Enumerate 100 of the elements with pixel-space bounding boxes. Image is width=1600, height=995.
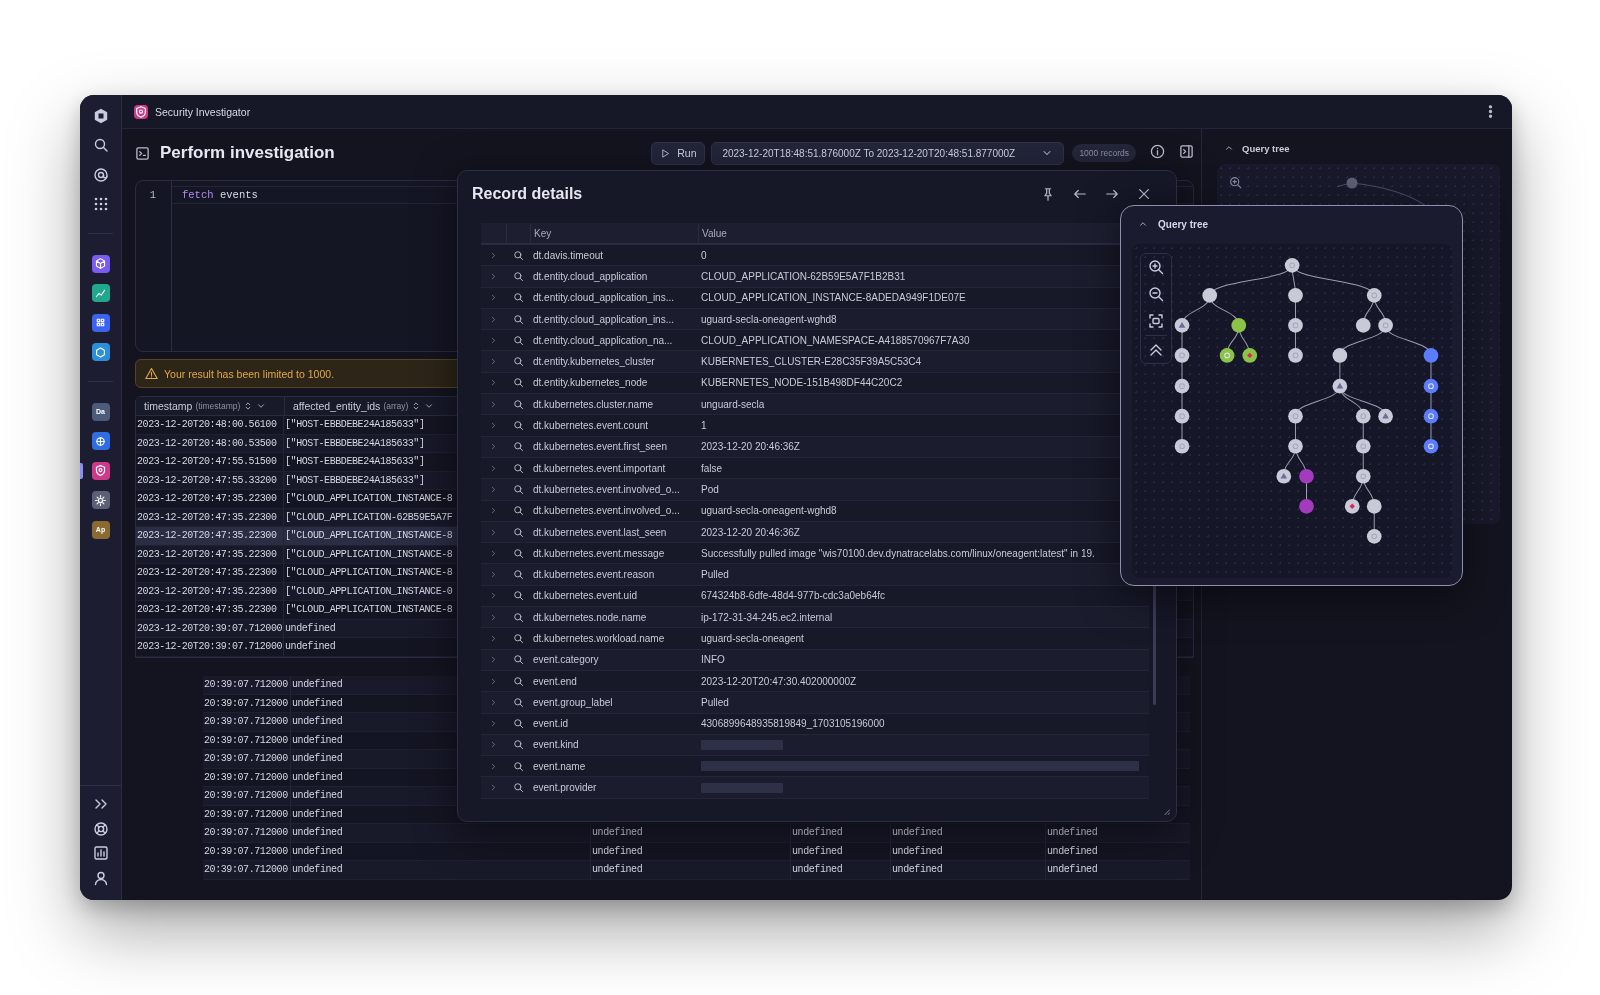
expand-row-icon[interactable] (489, 634, 498, 643)
next-arrow-icon[interactable] (1105, 187, 1119, 201)
chevron-up-icon[interactable] (1224, 143, 1234, 153)
expand-row-icon[interactable] (489, 612, 498, 622)
search-icon[interactable] (512, 420, 524, 431)
at-sign-icon[interactable] (92, 166, 109, 183)
info-icon[interactable] (1150, 143, 1165, 159)
table-cell: undefined (791, 861, 891, 879)
expand-row-icon[interactable] (489, 548, 498, 558)
record-key: dt.kubernetes.event.reason (530, 569, 698, 581)
search-icon[interactable] (512, 633, 524, 644)
logo-icon[interactable] (92, 107, 109, 124)
expand-row-icon[interactable] (489, 527, 498, 537)
shield-icon[interactable] (91, 461, 110, 480)
fit-view-icon[interactable] (1148, 313, 1164, 329)
expand-row-icon[interactable] (489, 463, 498, 473)
record-value: false (700, 462, 724, 474)
previous-arrow-icon[interactable] (1073, 187, 1087, 201)
column-header[interactable]: affected_entity_ids (293, 400, 381, 412)
editor-icon[interactable] (135, 145, 150, 161)
record-key: dt.kubernetes.event.message (530, 547, 698, 559)
expand-row-icon[interactable] (489, 442, 498, 452)
expand-row-icon[interactable] (489, 421, 498, 430)
cube-icon[interactable] (91, 254, 110, 273)
timeframe-dropdown[interactable]: 2023-12-20T18:48:51.876000Z To 2023-12-20T20:48:51.877000Z (711, 141, 1065, 165)
expand-row-icon[interactable] (489, 783, 498, 793)
expand-row-icon[interactable] (489, 697, 498, 707)
search-icon[interactable] (512, 569, 524, 581)
close-icon[interactable] (1137, 187, 1151, 201)
record-value: 4306899648935819849_1703105196000 (700, 718, 886, 730)
table-cell: 20:39:07.712000 (203, 694, 291, 712)
expand-row-icon[interactable] (489, 357, 498, 367)
expand-row-icon[interactable] (489, 378, 498, 388)
search-icon[interactable] (512, 696, 524, 708)
search-icon[interactable] (512, 292, 524, 304)
warning-icon (145, 367, 158, 380)
wheel-icon[interactable] (91, 432, 110, 451)
expand-row-icon[interactable] (489, 761, 498, 771)
search-icon[interactable] (512, 398, 524, 410)
record-value: 1 (700, 420, 708, 431)
run-button[interactable]: Run (651, 141, 706, 165)
expand-row-icon[interactable] (489, 335, 498, 345)
report-icon[interactable] (92, 845, 109, 862)
search-icon[interactable] (512, 249, 524, 261)
search-icon[interactable] (92, 137, 109, 154)
search-icon[interactable] (512, 739, 524, 751)
search-icon[interactable] (512, 611, 524, 623)
collapse-icon[interactable] (1148, 342, 1164, 358)
search-icon[interactable] (512, 377, 524, 389)
column-header[interactable]: timestamp (144, 400, 193, 412)
chevron-up-icon[interactable] (1138, 219, 1148, 229)
expand-row-icon[interactable] (489, 399, 498, 409)
search-icon[interactable] (512, 505, 524, 517)
search-icon[interactable] (512, 462, 524, 474)
tiles-icon[interactable] (91, 313, 110, 332)
chevron-down-icon[interactable] (256, 401, 267, 411)
search-icon[interactable] (512, 334, 524, 346)
search-icon[interactable] (512, 270, 524, 282)
chevron-down-icon[interactable] (424, 401, 435, 411)
zoom-in-icon[interactable] (1228, 175, 1242, 189)
table-cell: undefined (291, 824, 591, 842)
table-cell: 2023-12-20T20:47:35.22300 (136, 601, 284, 619)
search-icon[interactable] (512, 654, 524, 666)
record-value: uguard-secla-oneagent-wghd8 (700, 313, 838, 325)
zoom-out-icon[interactable] (1148, 286, 1164, 302)
table-row[interactable]: 20:39:07.712000 undefined undefined undefined undefined undefined (203, 861, 1190, 880)
user-icon[interactable] (92, 869, 109, 886)
table-cell: 20:39:07.712000 (203, 768, 291, 786)
table-row[interactable]: 20:39:07.712000 undefined undefined undefined undefined undefined (203, 824, 1190, 843)
expand-row-icon[interactable] (489, 719, 498, 729)
grid-icon[interactable] (92, 196, 109, 213)
expand-row-icon[interactable] (489, 506, 498, 516)
app-title: Security Investigator (155, 105, 251, 118)
expand-row-icon[interactable] (489, 271, 498, 281)
gear-icon[interactable] (91, 491, 110, 510)
zoom-in-icon[interactable] (1148, 259, 1164, 275)
expand-row-icon[interactable] (489, 655, 498, 665)
search-icon[interactable] (512, 526, 524, 538)
expand-row-icon[interactable] (489, 293, 498, 303)
expand-row-icon[interactable] (489, 740, 498, 750)
search-icon[interactable] (512, 547, 524, 559)
expand-row-icon[interactable] (489, 676, 498, 686)
search-icon[interactable] (512, 441, 524, 453)
search-icon[interactable] (512, 760, 524, 772)
pin-icon[interactable] (1041, 187, 1055, 201)
expand-row-icon[interactable] (489, 250, 498, 260)
search-icon[interactable] (512, 675, 524, 687)
expand-row-icon[interactable] (489, 484, 498, 494)
search-icon[interactable] (512, 782, 524, 794)
search-icon[interactable] (512, 483, 524, 495)
lifebuoy-icon[interactable] (92, 820, 109, 837)
search-icon[interactable] (512, 356, 524, 368)
search-icon[interactable] (512, 313, 524, 325)
expand-row-icon[interactable] (489, 314, 498, 324)
search-icon[interactable] (512, 590, 524, 602)
expand-row-icon[interactable] (489, 591, 498, 601)
panel-toggle-icon[interactable] (1179, 143, 1194, 159)
search-icon[interactable] (512, 718, 524, 730)
chart-icon[interactable] (91, 284, 110, 303)
expand-row-icon[interactable] (489, 570, 498, 580)
